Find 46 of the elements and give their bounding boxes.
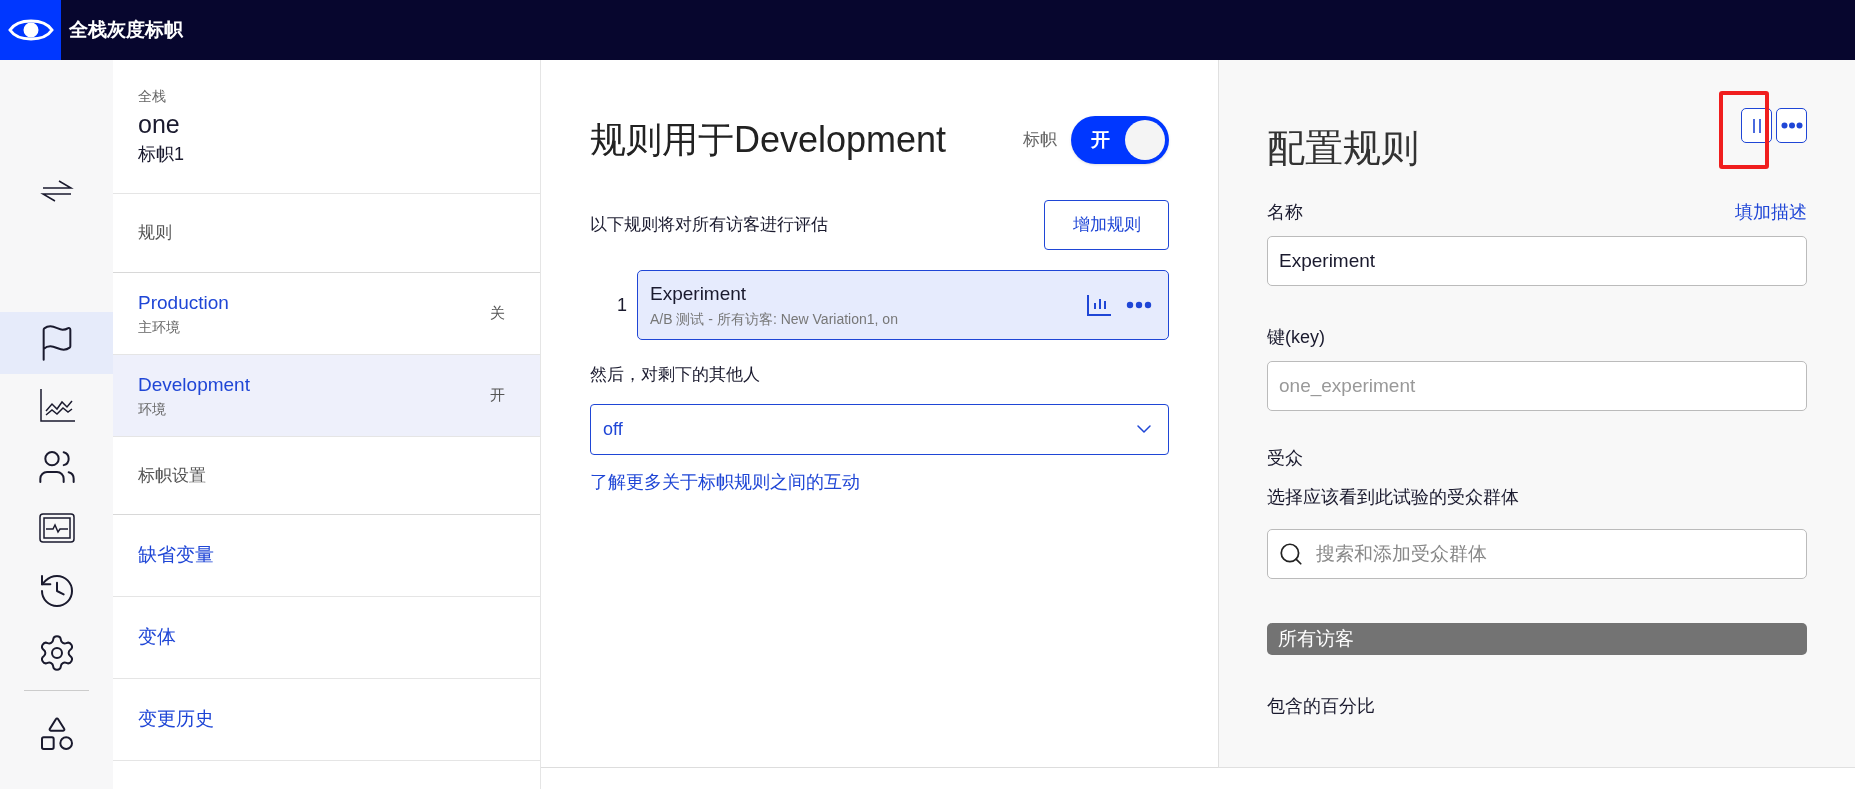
environment-name: Development [138,372,250,397]
audience-hint: 选择应该看到此试验的受众群体 [1267,486,1520,509]
rule-name: Experiment [650,282,748,307]
key-input[interactable]: one_experiment [1267,361,1807,411]
flag-key: 标帜1 [138,141,515,168]
fallback-label: 然后，对剩下的其他人 [590,364,761,386]
settings-link[interactable]: 变更历史 [138,705,214,734]
settings-link[interactable]: 变体 [138,623,176,652]
search-icon [1278,541,1304,567]
environment-status: 关 [490,303,505,324]
fallback-select[interactable]: off [590,403,1169,455]
bar-chart-icon[interactable] [1086,293,1112,317]
pause-icon [1750,117,1763,134]
environment-description: 环境 [138,400,167,420]
learn-more-link[interactable]: 了解更多关于标帜规则之间的互动 [590,468,1169,496]
name-input[interactable]: Experiment [1267,236,1807,286]
section-heading: 规则 [138,222,172,245]
flag-toggle[interactable]: 开 [1071,116,1169,164]
settings-link[interactable]: 缺省变量 [138,541,214,570]
audience-search-field[interactable]: 搜索和添加受众群体 [1267,529,1807,579]
rule-summary: A/B 测试 - 所有访客: New Variation1, on [650,309,898,329]
project-label: 全栈 [138,87,167,106]
environment-status: 开 [490,385,505,406]
panel-title: 配置规则 [1267,126,1419,171]
field-label: 名称 [1267,201,1303,224]
logo[interactable] [0,0,61,60]
environment-item[interactable]: Development 环境 开 [113,355,540,437]
field-label: 受众 [1267,447,1304,470]
app-title: 全栈灰度标帜 [69,17,183,42]
section-heading: 标帜设置 [138,464,206,487]
field-label: 包含的百分比 [1267,695,1376,718]
environment-description: 主环境 [138,318,181,338]
audience-tag: 所有访客 [1267,623,1807,655]
add-description-link[interactable]: 填加描述 [1735,199,1807,226]
flag-name: one [138,109,181,140]
more-icon [1780,122,1803,129]
add-rule-button[interactable]: 增加规则 [1044,200,1169,250]
more-icon[interactable] [1126,301,1152,309]
rule-number: 1 [616,293,628,317]
page-title: 规则用于Development [590,118,947,162]
more-button[interactable] [1776,108,1807,143]
toggle-label: 标帜 [1023,129,1057,152]
field-label: 键(key) [1267,326,1326,349]
rule-card[interactable]: Experiment A/B 测试 - 所有访客: New Variation1, on [637,270,1169,340]
environment-name: Production [138,290,229,315]
rules-intro: 以下规则将对所有访客进行评估 [590,214,828,237]
